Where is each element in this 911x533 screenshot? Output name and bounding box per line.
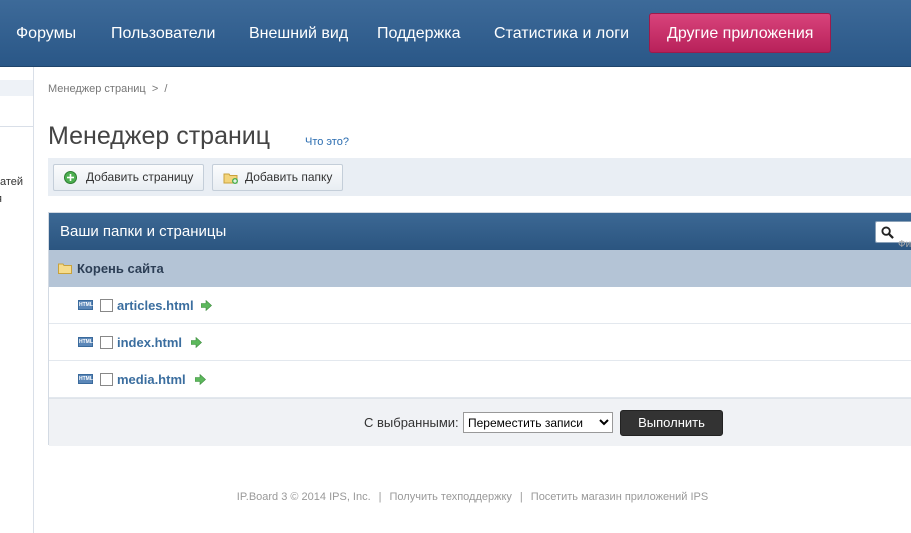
add-page-button[interactable]: Добавить страницу [53, 164, 205, 191]
support-link[interactable]: Получить техподдержку [390, 491, 512, 503]
pages-panel: Ваши папки и страницы Фи Корень сайта HT… [48, 212, 911, 446]
add-page-label: Добавить страницу [86, 170, 194, 184]
bulk-actions-bar: С выбранными: Переместить записи Выполни… [49, 398, 911, 446]
filter-input[interactable]: Фи [875, 221, 911, 250]
arrow-right-icon[interactable] [201, 300, 212, 311]
store-link[interactable]: Посетить магазин приложений IPS [531, 491, 708, 503]
nav-other-apps[interactable]: Другие приложения [649, 13, 832, 53]
nav-support[interactable]: Поддержка [377, 0, 460, 67]
sidebar-item-fragment-2[interactable]: я [0, 193, 2, 205]
top-navigation: Форумы Пользователи Внешний вид Поддержк… [0, 0, 911, 67]
add-folder-label: Добавить папку [245, 170, 333, 184]
add-folder-icon [223, 173, 238, 184]
page-footer: IP.Board 3 © 2014 IPS, Inc. | Получить тех… [236, 491, 709, 503]
root-folder-row[interactable]: Корень сайта [49, 250, 911, 287]
nav-users[interactable]: Пользователи [111, 0, 215, 67]
nav-stats-logs[interactable]: Статистика и логи [494, 0, 629, 67]
add-folder-button[interactable]: Добавить папку [212, 164, 344, 191]
html-file-icon: HTML [78, 300, 93, 310]
panel-header: Ваши папки и страницы Фи [49, 213, 911, 250]
file-checkbox[interactable] [100, 299, 113, 312]
file-checkbox[interactable] [100, 373, 113, 386]
add-circle-icon [64, 171, 77, 184]
sidebar-item-fragment[interactable]: атей [0, 176, 23, 188]
nav-forums[interactable]: Форумы [16, 0, 76, 67]
file-link[interactable]: articles.html [117, 287, 194, 324]
toolbar: Добавить страницу Добавить папку [48, 158, 911, 196]
file-row: HTML media.html [49, 361, 911, 398]
file-row: HTML index.html [49, 324, 911, 361]
copyright-text: IP.Board 3 © 2014 IPS, Inc. [236, 491, 371, 503]
search-icon [881, 226, 894, 239]
sidebar-divider [0, 126, 33, 127]
help-link[interactable]: Что это? [305, 136, 349, 148]
arrow-right-icon[interactable] [191, 337, 202, 348]
folder-icon [58, 263, 72, 274]
sidebar: атей я [0, 67, 34, 533]
file-link[interactable]: media.html [117, 361, 186, 398]
arrow-right-icon[interactable] [195, 374, 206, 385]
breadcrumb[interactable]: Менеджер страниц > / [48, 83, 167, 95]
execute-button[interactable]: Выполнить [620, 410, 723, 436]
html-file-icon: HTML [78, 337, 93, 347]
file-row: HTML articles.html [49, 287, 911, 324]
nav-appearance[interactable]: Внешний вид [249, 0, 348, 67]
sidebar-band [0, 80, 33, 96]
page-title: Менеджер страниц [48, 122, 271, 150]
bulk-label: С выбранными: [364, 415, 459, 430]
panel-title: Ваши папки и страницы [60, 223, 227, 240]
file-link[interactable]: index.html [117, 324, 182, 361]
bulk-action-select[interactable]: Переместить записи [463, 412, 613, 433]
file-checkbox[interactable] [100, 336, 113, 349]
root-folder-name: Корень сайта [77, 261, 164, 276]
html-file-icon: HTML [78, 374, 93, 384]
